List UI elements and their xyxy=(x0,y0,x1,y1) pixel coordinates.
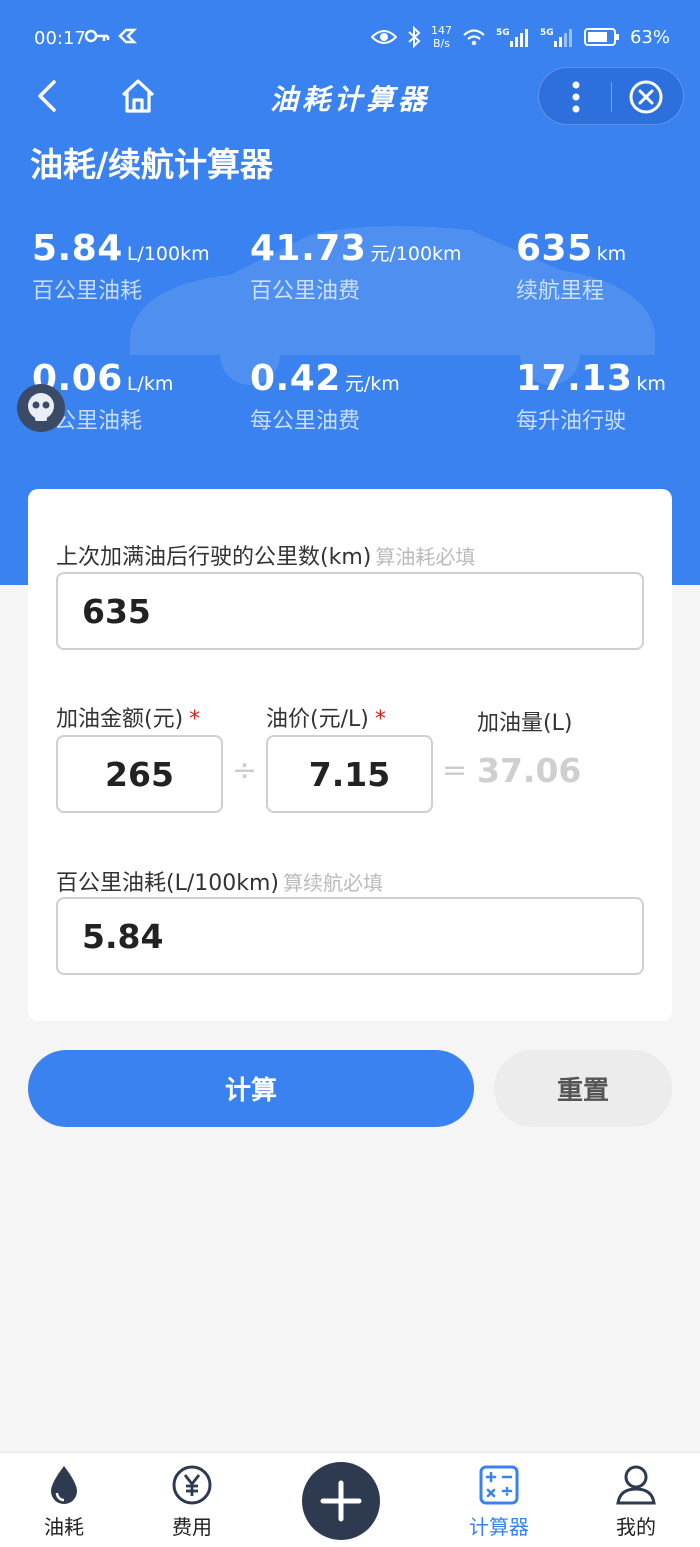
link-icon xyxy=(118,28,138,44)
svg-text:5G: 5G xyxy=(540,28,554,38)
battery-percent: 63% xyxy=(629,26,670,48)
floating-skull-icon[interactable] xyxy=(14,378,68,438)
amount-label: 加油金额(元) * xyxy=(56,707,201,732)
amount-input[interactable]: 265 xyxy=(56,735,223,813)
battery-icon xyxy=(583,28,619,46)
svg-text:5G: 5G xyxy=(496,28,510,38)
consumption-hint: 算续航必填 xyxy=(283,871,383,895)
close-circle-icon[interactable] xyxy=(627,78,665,116)
equals-sign: = xyxy=(442,753,468,788)
tab-mine-label: 我的 xyxy=(616,1515,656,1539)
tab-calculator[interactable]: 计算器 xyxy=(449,1463,549,1540)
required-mark: * xyxy=(374,707,386,732)
stat-km-per-liter: 17.13 km 每升油行驶 xyxy=(516,358,666,434)
price-label: 油价(元/L) * xyxy=(266,707,386,732)
stat-per100km-fuel: 5.84 L/100km 百公里油耗 xyxy=(32,228,210,304)
tab-fuel-label: 油耗 xyxy=(44,1515,84,1539)
distance-label: 上次加满油后行驶的公里数(km) 算油耗必填 xyxy=(56,545,476,570)
eye-icon xyxy=(370,30,397,44)
more-dots-icon[interactable] xyxy=(559,76,593,118)
bluetooth-icon xyxy=(408,26,421,48)
add-record-button[interactable] xyxy=(302,1462,380,1540)
nav-bar: 油耗计算器 xyxy=(0,66,700,130)
tab-fuel[interactable]: 油耗 xyxy=(14,1463,114,1540)
mini-program-capsule xyxy=(538,67,684,125)
tab-calculator-label: 计算器 xyxy=(469,1515,529,1539)
volume-result: 37.06 xyxy=(477,751,582,790)
status-time: 00:17 xyxy=(34,28,86,49)
page-title: 油耗/续航计算器 xyxy=(30,145,274,184)
network-speed: 147 B/s xyxy=(430,24,452,50)
signal-5g-icon: 5G xyxy=(496,28,528,47)
signal-5g-2-icon: 5G xyxy=(540,28,572,47)
stat-per-km-cost: 0.42 元/km 每公里油费 xyxy=(250,358,400,434)
calculate-button[interactable]: 计算 xyxy=(28,1050,474,1127)
consumption-label: 百公里油耗(L/100km) 算续航必填 xyxy=(56,871,383,896)
distance-hint: 算油耗必填 xyxy=(375,545,476,569)
distance-input[interactable]: 635 xyxy=(56,572,644,650)
calculator-icon xyxy=(479,1465,519,1505)
stat-per100km-cost: 41.73 元/100km 百公里油费 xyxy=(250,228,462,304)
reset-button[interactable]: 重置 xyxy=(494,1050,672,1127)
key-icon xyxy=(84,29,110,43)
tab-cost-label: 费用 xyxy=(172,1515,212,1539)
required-mark: * xyxy=(189,707,201,732)
volume-label: 加油量(L) xyxy=(477,711,573,736)
user-icon xyxy=(616,1465,656,1505)
drop-icon xyxy=(51,1466,77,1504)
wifi-icon xyxy=(463,29,485,46)
yen-icon xyxy=(172,1465,212,1505)
tab-mine[interactable]: 我的 xyxy=(586,1463,686,1540)
consumption-input[interactable]: 5.84 xyxy=(56,897,644,975)
price-input[interactable]: 7.15 xyxy=(266,735,433,813)
calculator-form-card: 上次加满油后行驶的公里数(km) 算油耗必填 635 加油金额(元) * 265 ÷… xyxy=(28,489,672,1021)
status-bar: 00:17 147 B/s 5G 5G 63% xyxy=(0,0,700,70)
stat-range: 635 km 续航里程 xyxy=(516,228,627,304)
tab-cost[interactable]: 费用 xyxy=(142,1463,242,1540)
plus-icon xyxy=(320,1480,362,1522)
divide-sign: ÷ xyxy=(232,753,258,788)
